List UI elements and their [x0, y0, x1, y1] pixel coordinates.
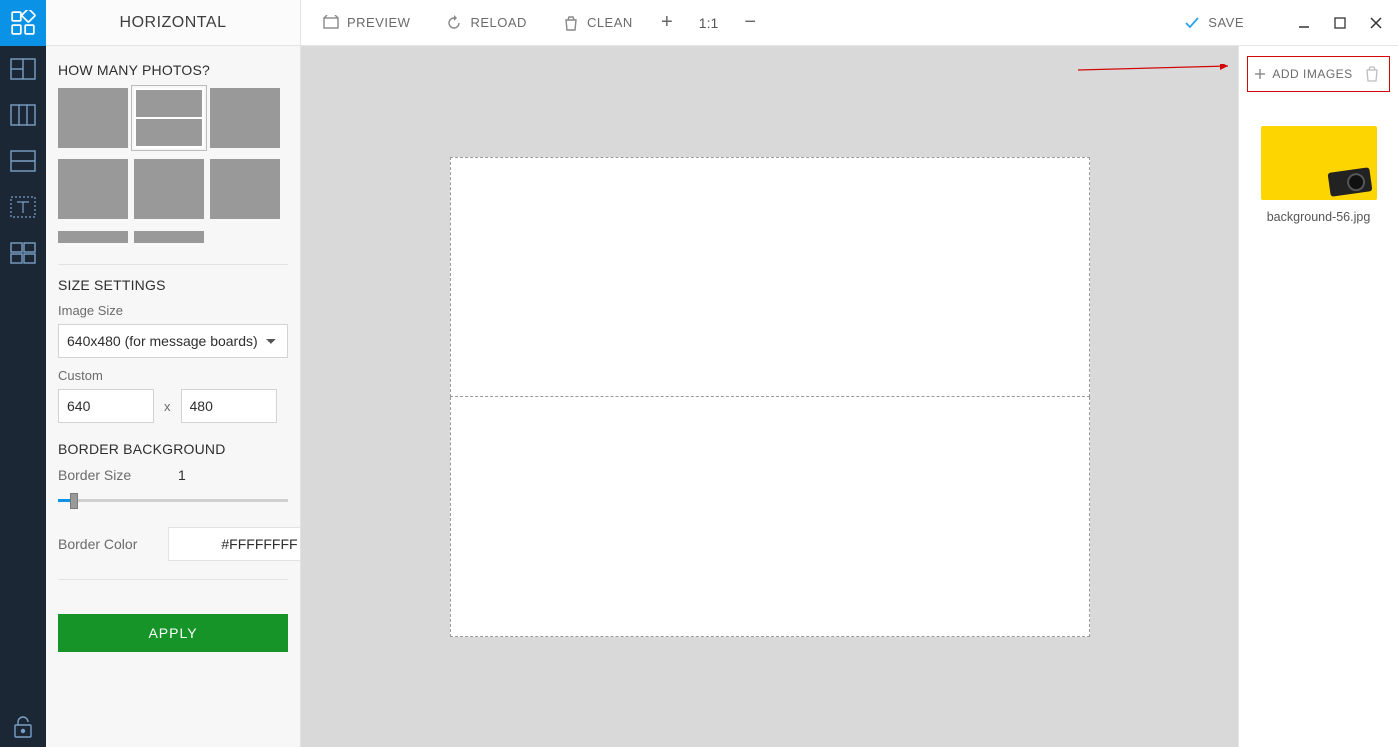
rail-text-icon[interactable] — [0, 184, 46, 230]
image-thumbnail-label: background-56.jpg — [1239, 210, 1398, 224]
images-panel: ADD IMAGES background-56.jpg — [1238, 46, 1398, 747]
zoom-ratio: 1:1 — [699, 15, 718, 31]
trash-icon[interactable] — [1365, 66, 1379, 82]
main: PREVIEW RELOAD CLEAN + 1:1 − SAVE — [301, 0, 1398, 747]
apply-button[interactable]: APPLY — [58, 614, 288, 652]
layout-6-rows[interactable] — [210, 159, 280, 219]
save-label: SAVE — [1208, 15, 1244, 30]
layout-3-rows[interactable] — [210, 88, 280, 148]
layout-2-rows[interactable] — [134, 88, 204, 148]
reload-button[interactable]: RELOAD — [428, 0, 544, 46]
image-size-select[interactable]: 640x480 (for message boards) — [58, 324, 288, 358]
divider — [58, 264, 288, 265]
layout-4-rows[interactable] — [58, 159, 128, 219]
canvas-frame — [450, 157, 1090, 637]
dim-x: x — [164, 399, 171, 414]
rail-grid-2x1-icon[interactable] — [0, 46, 46, 92]
add-images-button[interactable]: ADD IMAGES — [1247, 56, 1390, 92]
workspace: ADD IMAGES background-56.jpg — [301, 46, 1398, 747]
image-size-label: Image Size — [58, 303, 288, 318]
add-images-label: ADD IMAGES — [1272, 67, 1352, 81]
preview-label: PREVIEW — [347, 15, 410, 30]
sidebar-title: HORIZONTAL — [46, 0, 300, 46]
layout-7-rows[interactable] — [58, 231, 128, 243]
rail-columns-icon[interactable] — [0, 92, 46, 138]
sidebar: HORIZONTAL HOW MANY PHOTOS? SIZE — [46, 0, 301, 747]
sidebar-body: HOW MANY PHOTOS? SIZE SETTINGS Image S — [46, 46, 300, 747]
custom-width-input[interactable] — [58, 389, 154, 423]
window-controls — [1286, 8, 1394, 38]
save-button[interactable]: SAVE — [1162, 15, 1266, 31]
image-thumbnail[interactable] — [1261, 126, 1377, 200]
layout-1-row[interactable] — [58, 88, 128, 148]
reload-label: RELOAD — [470, 15, 526, 30]
border-size-slider[interactable] — [58, 491, 288, 509]
left-rail — [0, 0, 46, 747]
canvas-slot-1[interactable] — [450, 157, 1090, 398]
rail-lock-icon[interactable] — [0, 715, 46, 739]
plus-icon — [1254, 68, 1266, 80]
border-heading: BORDER BACKGROUND — [58, 441, 288, 457]
window-maximize-button[interactable] — [1322, 8, 1358, 38]
zoom-in-button[interactable]: + — [657, 13, 677, 33]
photos-heading: HOW MANY PHOTOS? — [58, 62, 288, 78]
divider-2 — [58, 579, 288, 580]
window-close-button[interactable] — [1358, 8, 1394, 38]
border-color-input[interactable] — [168, 527, 300, 561]
toolbar: PREVIEW RELOAD CLEAN + 1:1 − SAVE — [301, 0, 1398, 46]
border-color-label: Border Color — [58, 536, 158, 552]
clean-label: CLEAN — [587, 15, 633, 30]
layout-5-rows[interactable] — [134, 159, 204, 219]
zoom-out-button[interactable]: − — [740, 13, 760, 33]
app-root: HORIZONTAL HOW MANY PHOTOS? SIZE — [0, 0, 1398, 747]
border-size-label: Border Size — [58, 467, 178, 483]
layout-thumbnails — [58, 88, 288, 248]
size-heading: SIZE SETTINGS — [58, 277, 288, 293]
rail-grid-2x2-icon[interactable] — [0, 230, 46, 276]
canvas-slot-2[interactable] — [450, 397, 1090, 637]
border-size-value: 1 — [178, 467, 186, 483]
app-logo — [0, 0, 46, 46]
window-minimize-button[interactable] — [1286, 8, 1322, 38]
annotation-arrow — [1078, 64, 1238, 84]
custom-height-input[interactable] — [181, 389, 277, 423]
preview-button[interactable]: PREVIEW — [305, 0, 428, 46]
layout-8-rows[interactable] — [134, 231, 204, 243]
rail-rows-icon[interactable] — [0, 138, 46, 184]
clean-button[interactable]: CLEAN — [545, 0, 651, 46]
canvas-background — [301, 46, 1238, 747]
custom-label: Custom — [58, 368, 288, 383]
